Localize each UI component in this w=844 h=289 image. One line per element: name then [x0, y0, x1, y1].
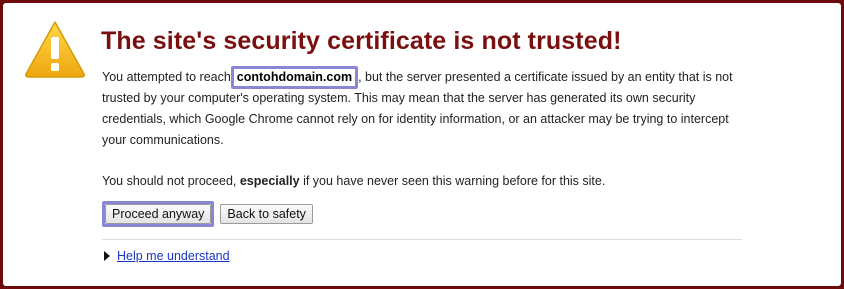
action-buttons: Proceed anyway Back to safety [102, 201, 313, 227]
help-me-understand-link[interactable]: Help me understand [117, 249, 230, 263]
back-to-safety-button[interactable]: Back to safety [220, 204, 313, 224]
warning-emphasis: especially [239, 174, 300, 188]
intro-paragraph: You attempted to reach contohdomain.com, … [102, 66, 752, 151]
expand-triangle-icon[interactable] [104, 251, 110, 261]
intro-before-text: You attempted to reach [102, 70, 231, 84]
domain-highlight: contohdomain.com [230, 66, 359, 89]
help-section[interactable]: Help me understand [104, 249, 230, 263]
page-title: The site's security certificate is not t… [101, 27, 622, 55]
interstitial-panel: The site's security certificate is not t… [3, 3, 841, 286]
proceed-anyway-button[interactable]: Proceed anyway [105, 204, 212, 224]
message-body: You attempted to reach contohdomain.com, … [102, 66, 752, 192]
warning-after-text: if you have never seen this warning befo… [299, 174, 606, 188]
warning-icon [25, 21, 85, 78]
warning-before-text: You should not proceed, [102, 174, 240, 188]
warning-paragraph: You should not proceed, especially if yo… [102, 171, 752, 192]
divider [102, 239, 742, 240]
proceed-highlight: Proceed anyway [102, 201, 215, 227]
